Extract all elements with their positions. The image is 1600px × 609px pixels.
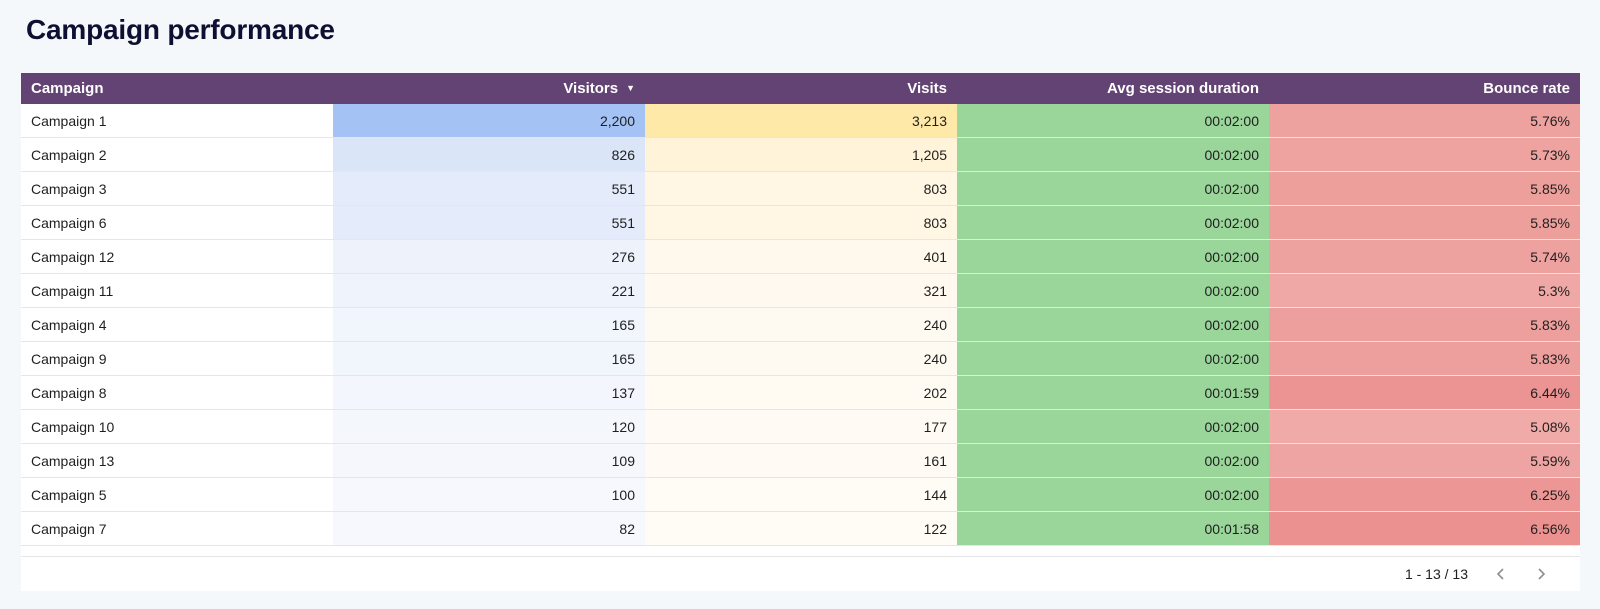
next-page-button[interactable] [1530,563,1552,585]
bounce-rate-cell: 5.73% [1269,137,1580,172]
header-avg-session-duration[interactable]: Avg session duration [957,73,1269,104]
table-row: Campaign 11 221 321 00:02:00 5.3% [21,273,1580,308]
report-page: Campaign performance Campaign Visitors ▼ … [0,0,1600,609]
bounce-rate-cell: 6.56% [1269,511,1580,546]
header-campaign[interactable]: Campaign [21,73,333,104]
avg-session-duration-cell: 00:02:00 [957,273,1269,308]
visits-cell: 803 [645,171,957,206]
visits-cell: 401 [645,239,957,274]
avg-session-duration-cell: 00:02:00 [957,205,1269,240]
visits-cell: 177 [645,409,957,444]
visitors-cell: 82 [333,511,645,546]
avg-session-duration-cell: 00:02:00 [957,307,1269,342]
table-row: Campaign 13 109 161 00:02:00 5.59% [21,443,1580,478]
visits-cell: 240 [645,341,957,376]
bounce-rate-cell: 5.76% [1269,104,1580,138]
campaign-cell: Campaign 4 [21,307,333,342]
campaign-cell: Campaign 5 [21,477,333,512]
campaign-cell: Campaign 10 [21,409,333,444]
visitors-cell: 551 [333,205,645,240]
visits-cell: 202 [645,375,957,410]
visits-cell: 144 [645,477,957,512]
table-row: Campaign 9 165 240 00:02:00 5.83% [21,341,1580,376]
bounce-rate-cell: 6.25% [1269,477,1580,512]
campaign-table: Campaign Visitors ▼ Visits Avg session du… [21,73,1580,546]
visits-cell: 1,205 [645,137,957,172]
visitors-cell: 100 [333,477,645,512]
visits-cell: 240 [645,307,957,342]
table-row: Campaign 10 120 177 00:02:00 5.08% [21,409,1580,444]
chevron-right-icon [1538,568,1546,580]
header-bounce-rate[interactable]: Bounce rate [1269,73,1580,104]
visitors-cell: 826 [333,137,645,172]
visitors-cell: 551 [333,171,645,206]
header-visits[interactable]: Visits [645,73,957,104]
visits-cell: 803 [645,205,957,240]
table-spacer [21,546,1580,557]
avg-session-duration-cell: 00:02:00 [957,341,1269,376]
avg-session-duration-cell: 00:02:00 [957,104,1269,138]
pagination-text: 1 - 13 / 13 [1404,566,1468,582]
campaign-cell: Campaign 11 [21,273,333,308]
visitors-cell: 120 [333,409,645,444]
bounce-rate-cell: 5.83% [1269,341,1580,376]
campaign-cell: Campaign 9 [21,341,333,376]
bounce-rate-cell: 6.44% [1269,375,1580,410]
table-footer: 1 - 13 / 13 [21,557,1580,591]
sort-down-icon: ▼ [626,83,635,93]
visits-cell: 161 [645,443,957,478]
table-row: Campaign 3 551 803 00:02:00 5.85% [21,171,1580,206]
page-title: Campaign performance [26,14,335,45]
campaign-cell: Campaign 6 [21,205,333,240]
visits-cell: 321 [645,273,957,308]
table-row: Campaign 6 551 803 00:02:00 5.85% [21,205,1580,240]
bounce-rate-cell: 5.59% [1269,443,1580,478]
visitors-cell: 165 [333,307,645,342]
bounce-rate-cell: 5.3% [1269,273,1580,308]
table-row: Campaign 5 100 144 00:02:00 6.25% [21,477,1580,512]
table-row: Campaign 4 165 240 00:02:00 5.83% [21,307,1580,342]
visitors-cell: 276 [333,239,645,274]
campaign-cell: Campaign 1 [21,104,333,138]
avg-session-duration-cell: 00:02:00 [957,409,1269,444]
avg-session-duration-cell: 00:02:00 [957,477,1269,512]
bounce-rate-cell: 5.08% [1269,409,1580,444]
visitors-cell: 2,200 [333,104,645,138]
table-row: Campaign 2 826 1,205 00:02:00 5.73% [21,137,1580,172]
table-row: Campaign 7 82 122 00:01:58 6.56% [21,511,1580,546]
bounce-rate-cell: 5.85% [1269,205,1580,240]
chevron-left-icon [1496,568,1504,580]
avg-session-duration-cell: 00:01:59 [957,375,1269,410]
campaign-cell: Campaign 3 [21,171,333,206]
table-body: Campaign 1 2,200 3,213 00:02:00 5.76% Campaig… [21,104,1580,546]
table-row: Campaign 8 137 202 00:01:59 6.44% [21,375,1580,410]
campaign-cell: Campaign 7 [21,511,333,546]
campaign-table-card: Campaign Visitors ▼ Visits Avg session du… [21,73,1580,591]
avg-session-duration-cell: 00:02:00 [957,137,1269,172]
visitors-cell: 137 [333,375,645,410]
table-row: Campaign 1 2,200 3,213 00:02:00 5.76% [21,104,1580,138]
header-visitors[interactable]: Visitors ▼ [333,73,645,104]
campaign-cell: Campaign 13 [21,443,333,478]
visits-cell: 122 [645,511,957,546]
visitors-cell: 109 [333,443,645,478]
avg-session-duration-cell: 00:01:58 [957,511,1269,546]
visitors-cell: 165 [333,341,645,376]
bounce-rate-cell: 5.85% [1269,171,1580,206]
table-header-row: Campaign Visitors ▼ Visits Avg session du… [21,73,1580,104]
visitors-cell: 221 [333,273,645,308]
table-row: Campaign 12 276 401 00:02:00 5.74% [21,239,1580,274]
avg-session-duration-cell: 00:02:00 [957,239,1269,274]
visits-cell: 3,213 [645,104,957,138]
avg-session-duration-cell: 00:02:00 [957,171,1269,206]
campaign-cell: Campaign 2 [21,137,333,172]
bounce-rate-cell: 5.74% [1269,239,1580,274]
bounce-rate-cell: 5.83% [1269,307,1580,342]
avg-session-duration-cell: 00:02:00 [957,443,1269,478]
campaign-cell: Campaign 12 [21,239,333,274]
previous-page-button[interactable] [1490,563,1512,585]
campaign-cell: Campaign 8 [21,375,333,410]
